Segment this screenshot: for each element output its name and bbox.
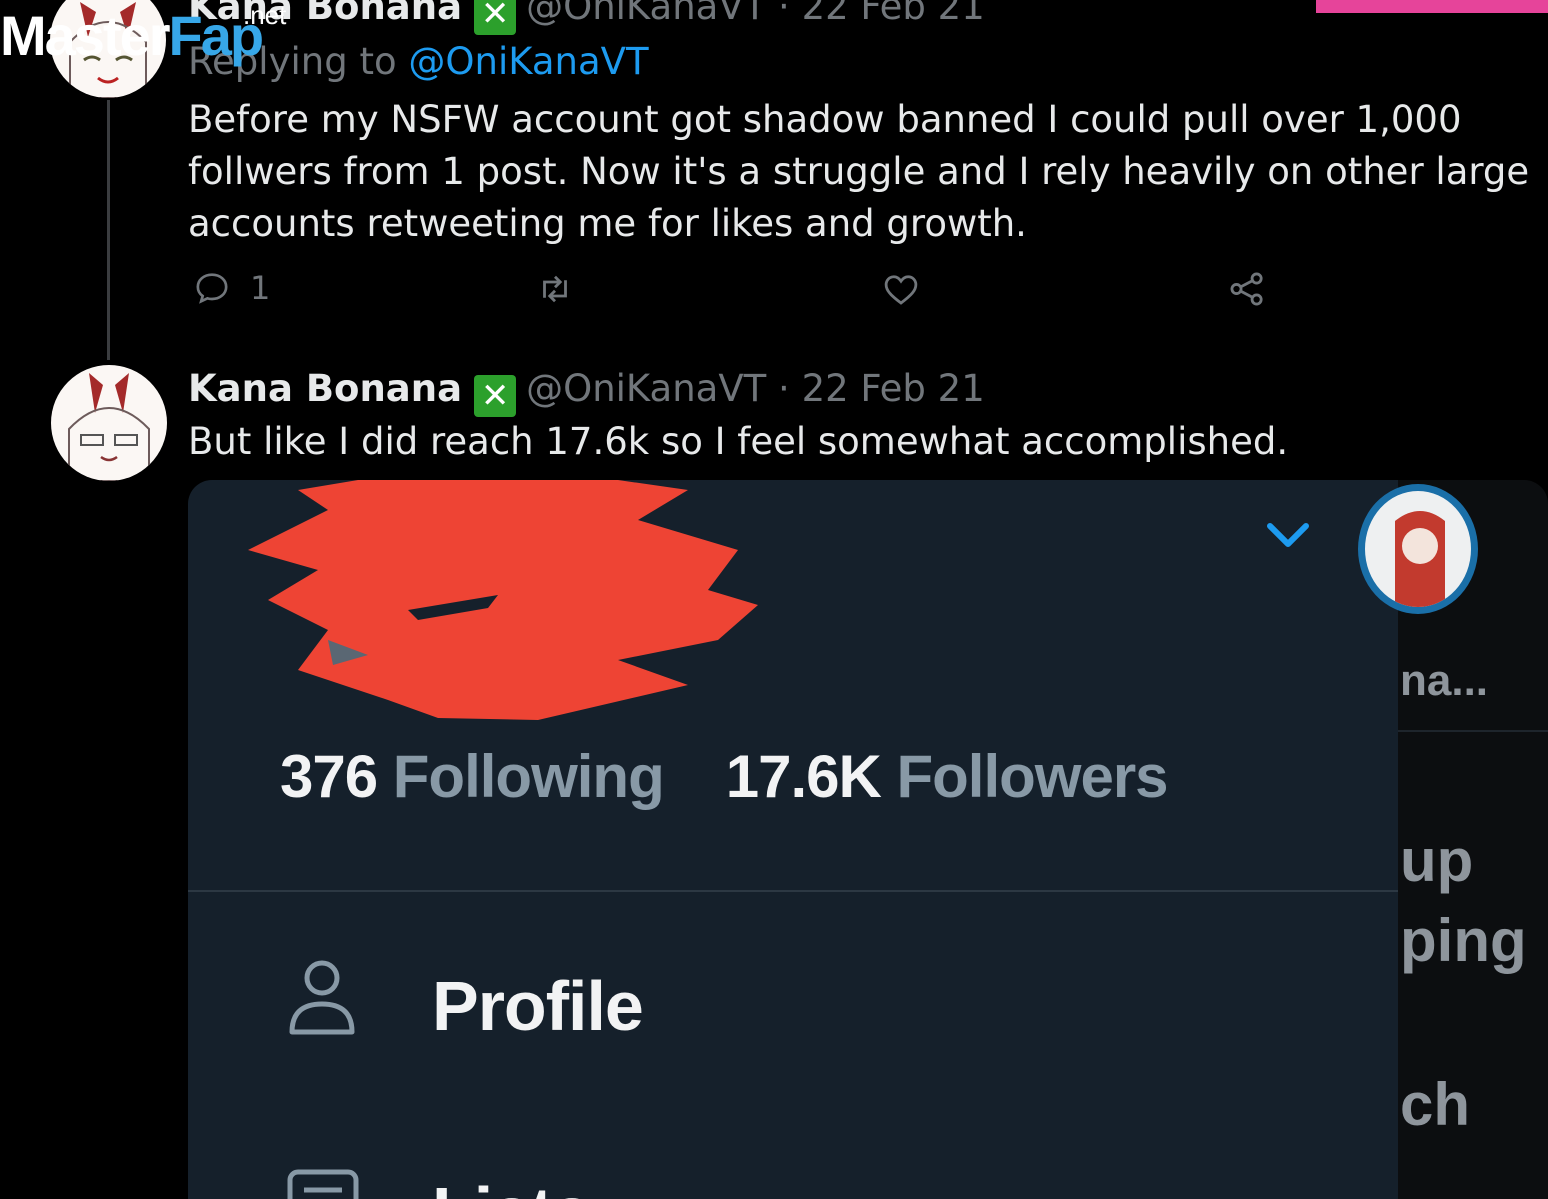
thread-connector-line xyxy=(107,100,110,360)
followers-count: 17.6K xyxy=(725,743,882,810)
tweet-text-line: follwers from 1 post. Now it's a struggl… xyxy=(188,150,1530,193)
tweet1-text: Before my NSFW account got shadow banned… xyxy=(188,94,1529,250)
verified-badge-icon: ✕ xyxy=(474,375,517,417)
share-icon xyxy=(1230,272,1263,306)
side-fragment-name: na... xyxy=(1400,656,1489,705)
reply-count: 1 xyxy=(250,269,271,307)
embedded-side-avatar xyxy=(1358,484,1478,614)
embedded-profile-drawer: 376 Following 17.6K Followers Profile Lis… xyxy=(188,480,1398,1199)
tweet1-action-bar: 1 xyxy=(188,268,1288,318)
watermark-suffix: .net xyxy=(243,0,287,30)
menu-divider xyxy=(188,890,1398,892)
tweet2-text: But like I did reach 17.6k so I feel som… xyxy=(188,416,1288,468)
tweet-text-line: accounts retweeting me for likes and gro… xyxy=(188,202,1027,245)
avatar-illustration xyxy=(1395,511,1445,607)
tweet-text-line: But like I did reach 17.6k so I feel som… xyxy=(188,420,1289,463)
like-icon xyxy=(884,275,918,305)
lists-icon xyxy=(287,1169,359,1199)
side-divider xyxy=(1398,730,1548,732)
watermark-text-master: Master xyxy=(0,4,171,67)
follow-stats: 376 Following 17.6K Followers xyxy=(280,742,1169,811)
author-handle[interactable]: @OniKanaVT xyxy=(526,0,766,28)
author-name[interactable]: Kana Bonana xyxy=(188,367,462,410)
watermark-logo: MasterFap .net xyxy=(0,2,286,64)
watermark-bar xyxy=(1316,0,1548,13)
tweet1-header: Kana Bonana ✕ @OniKanaVT · 22 Feb 21 xyxy=(188,0,985,35)
reply-button[interactable]: 1 xyxy=(192,268,270,308)
side-fragment-text: ch xyxy=(1400,1071,1471,1138)
following-count: 376 xyxy=(280,743,378,810)
retweet-button[interactable] xyxy=(534,268,576,310)
like-button[interactable] xyxy=(880,268,922,310)
avatar-illustration xyxy=(68,373,150,481)
following-label: Following xyxy=(392,743,665,810)
side-fragment-text: ping xyxy=(1400,907,1527,974)
verified-badge-icon: ✕ xyxy=(474,0,517,35)
author-handle[interactable]: @OniKanaVT xyxy=(526,367,766,410)
reply-icon xyxy=(196,273,228,304)
tweet2-header: Kana Bonana ✕ @OniKanaVT · 22 Feb 21 xyxy=(188,370,985,417)
tweet-date[interactable]: 22 Feb 21 xyxy=(802,367,985,410)
menu-item-lists xyxy=(286,1168,362,1199)
tweet-attached-image[interactable]: 376 Following 17.6K Followers Profile Lis… xyxy=(188,480,1548,1199)
separator-dot: · xyxy=(778,367,790,410)
side-fragment-text: up xyxy=(1400,827,1474,894)
retweet-icon xyxy=(543,275,567,303)
replying-mention-link[interactable]: @OniKanaVT xyxy=(408,40,648,83)
menu-label-lists: Lists xyxy=(432,1172,591,1199)
share-button[interactable] xyxy=(1226,268,1268,310)
menu-item-profile xyxy=(286,958,358,1038)
chevron-down-icon[interactable] xyxy=(1266,520,1310,550)
avatar-tweet2[interactable] xyxy=(51,365,167,481)
menu-label-profile: Profile xyxy=(432,967,644,1045)
tweet-text-line: Before my NSFW account got shadow banned… xyxy=(188,98,1462,141)
person-icon xyxy=(289,960,355,1035)
redaction-scribble xyxy=(248,480,758,720)
followers-label: Followers xyxy=(896,743,1169,810)
tweet-date[interactable]: 22 Feb 21 xyxy=(802,0,985,28)
separator-dot: · xyxy=(778,0,790,28)
